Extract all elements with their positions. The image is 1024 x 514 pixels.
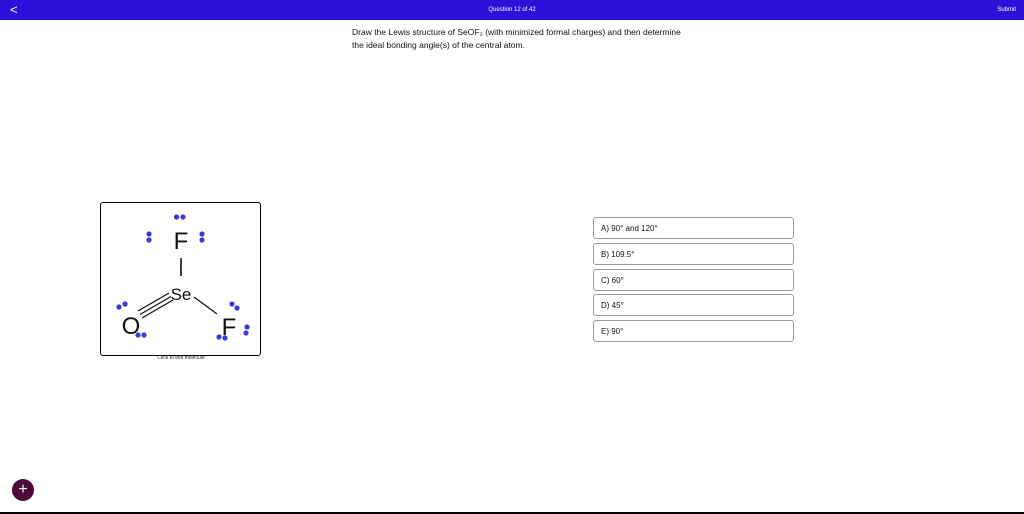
lewis-structure-drawing: F Se O F: [116, 214, 250, 341]
atom-f-top: F: [174, 228, 189, 255]
edit-molecule-caption[interactable]: Click to edit molecule: [100, 355, 262, 361]
choice-e[interactable]: E) 90°: [593, 320, 794, 343]
choice-d[interactable]: D) 45°: [593, 294, 794, 317]
molecule-editor[interactable]: F Se O F: [100, 202, 261, 356]
question-counter: Question 12 of 42: [488, 7, 536, 13]
triple-bond-line-1: [137, 292, 170, 312]
choice-c[interactable]: C) 60°: [593, 268, 794, 291]
atom-se-center: Se: [171, 285, 192, 304]
add-button-plus-icon[interactable]: +: [12, 479, 34, 501]
triple-bond-line-2: [139, 295, 172, 316]
choice-a[interactable]: A) 90° and 120°: [593, 217, 794, 239]
submit-button[interactable]: Submit: [997, 6, 1016, 14]
top-bar: < Question 12 of 42 Submit: [0, 0, 1024, 20]
question-text: Draw the Lewis structure of SeOF₂ (with …: [352, 27, 681, 50]
answer-choices: A) 90° and 120° B) 109.5° C) 60° D) 45° …: [593, 217, 794, 346]
single-bond-right: [193, 296, 218, 315]
choice-b[interactable]: B) 109.5°: [593, 242, 794, 265]
triple-bond-line-3: [141, 299, 174, 319]
